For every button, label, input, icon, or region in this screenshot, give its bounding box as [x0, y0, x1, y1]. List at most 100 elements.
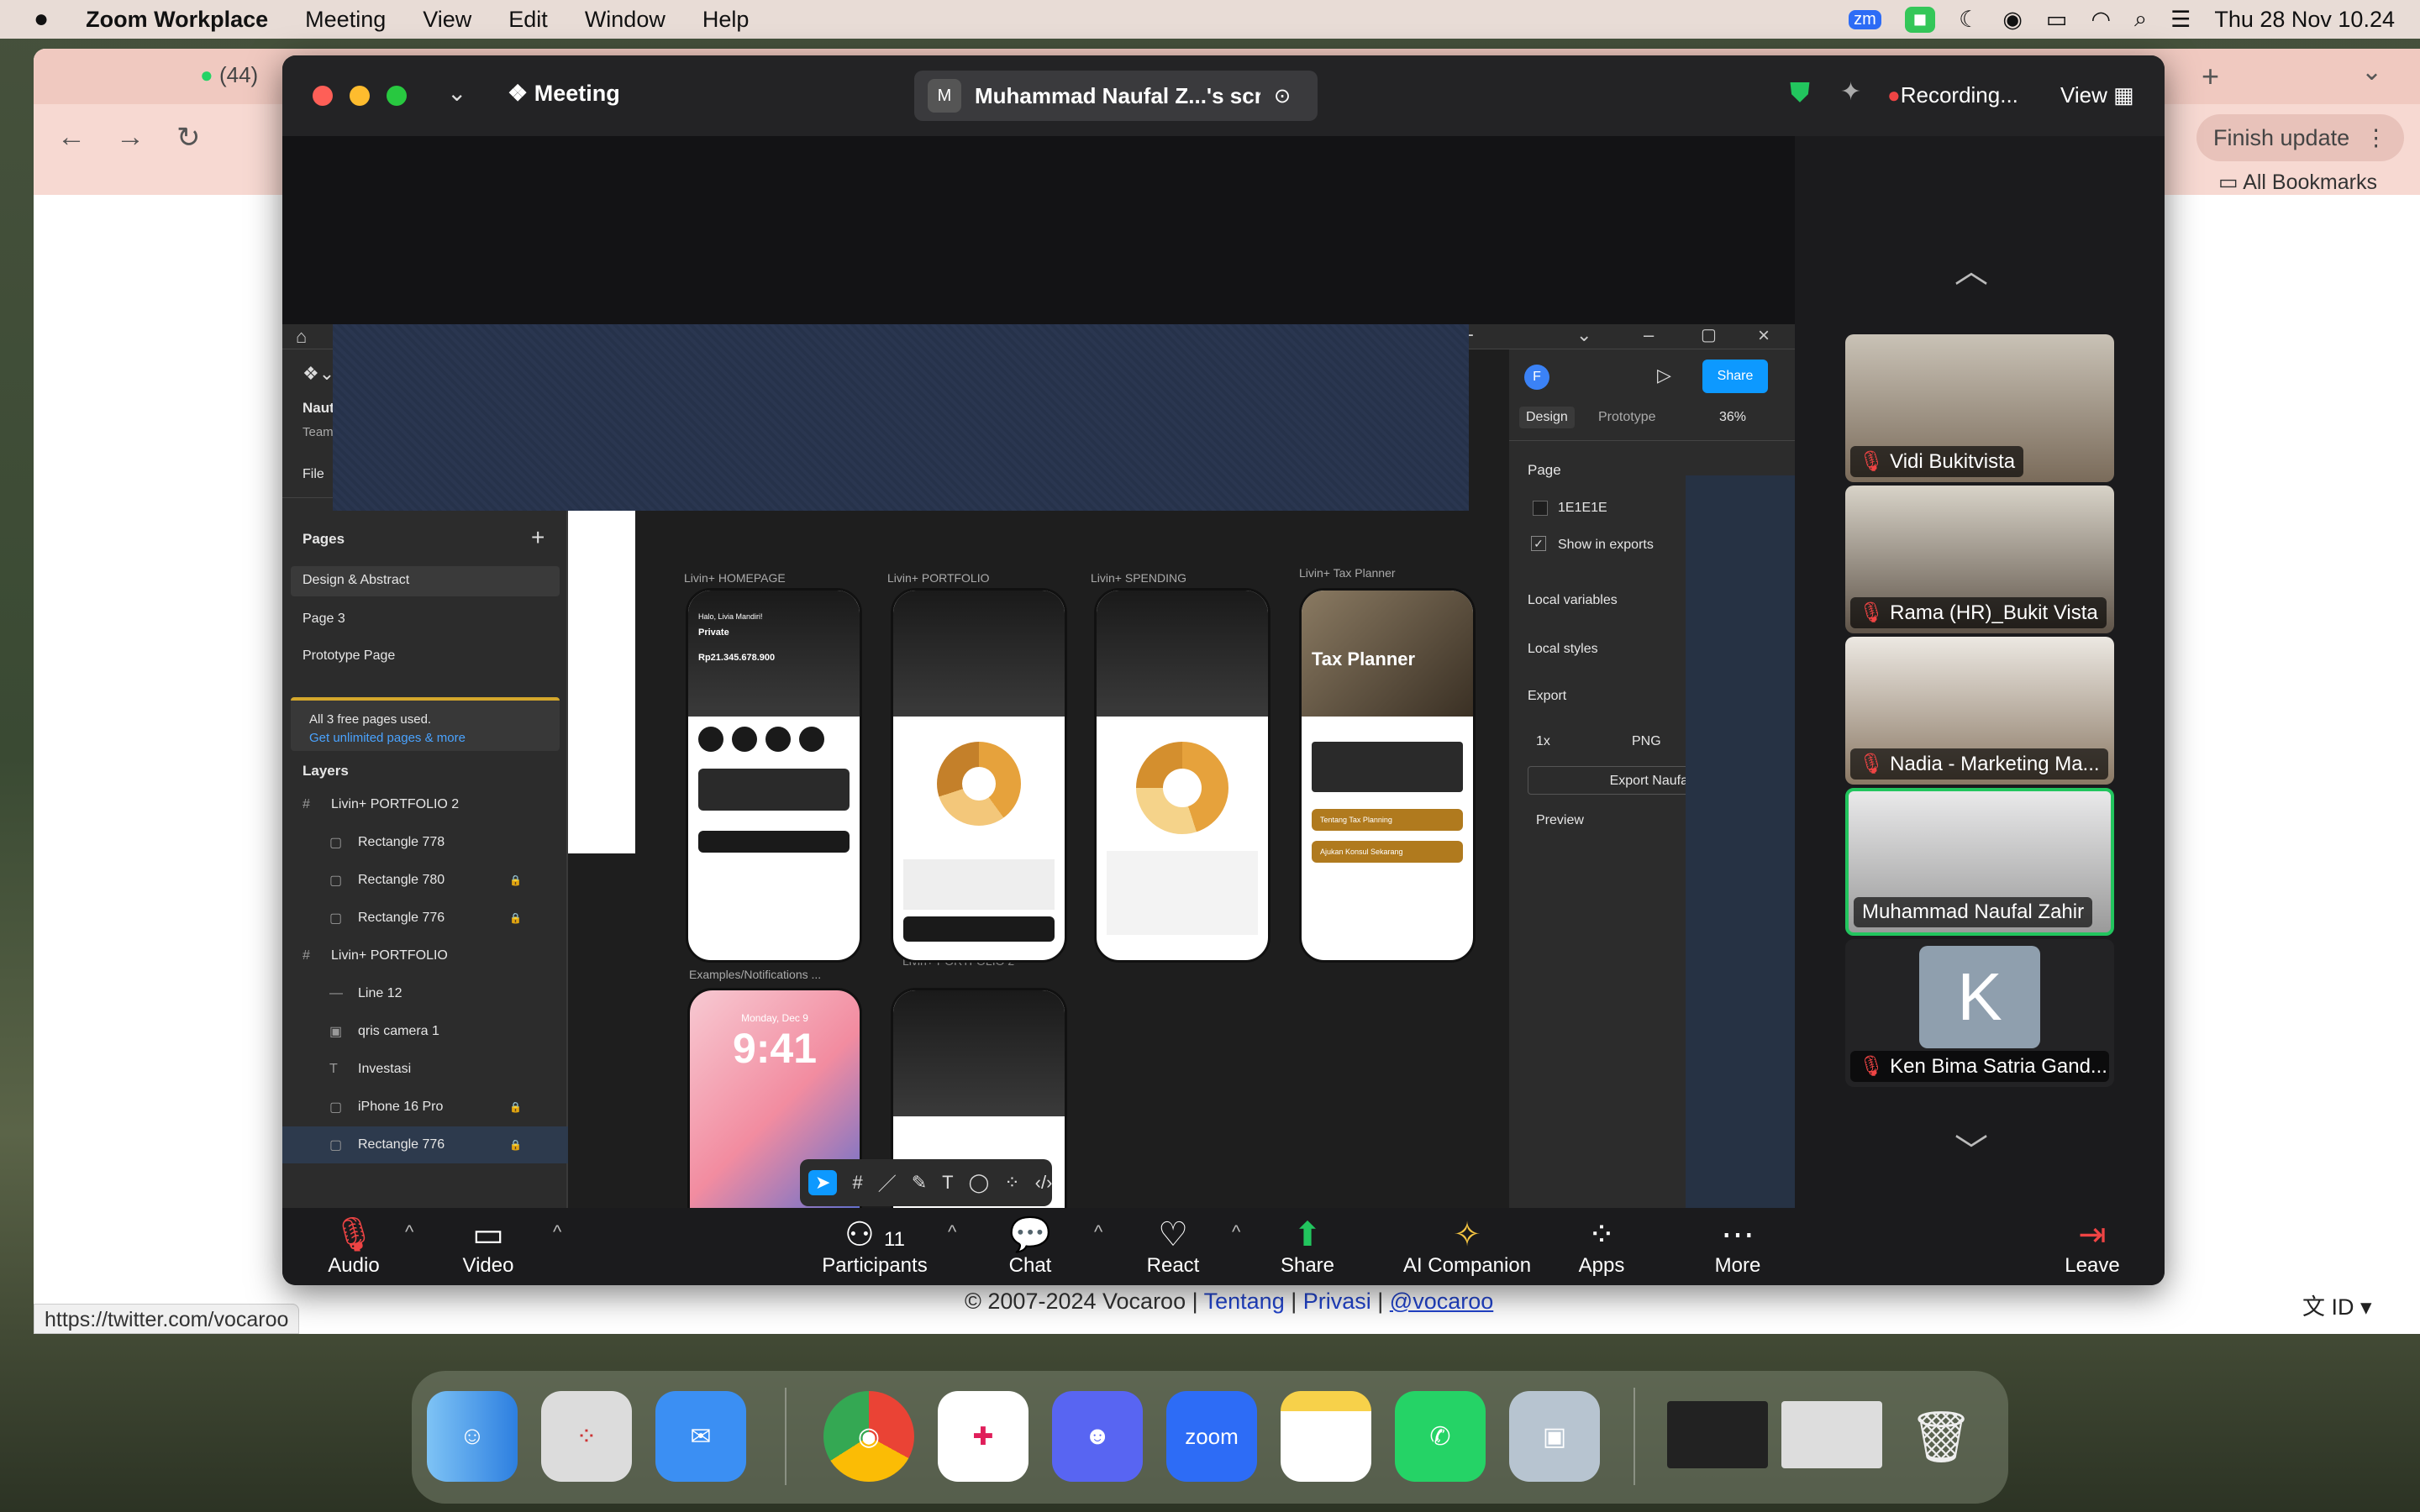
comment-tool-icon[interactable]: ◯	[969, 1172, 990, 1194]
export-format[interactable]: PNG	[1632, 734, 1661, 749]
phone-tax-planner[interactable]: Tax Planner Tentang Tax Planning Ajukan …	[1299, 588, 1476, 963]
export-scale[interactable]: 1x	[1536, 734, 1550, 749]
text-tool-icon[interactable]: T	[942, 1172, 953, 1194]
discord-icon[interactable]: ☻	[1052, 1391, 1143, 1482]
local-variables[interactable]: Local variables	[1528, 593, 1618, 608]
menu-meeting[interactable]: Meeting	[305, 7, 386, 33]
search-icon[interactable]: ⌕	[2134, 6, 2147, 33]
leave-button[interactable]: ⇥ Leave	[2050, 1208, 2134, 1285]
layer-item[interactable]: ▢ Rectangle 776 🔒	[282, 900, 568, 937]
trash-icon[interactable]: 🗑	[1896, 1391, 1986, 1482]
sparkle-icon[interactable]: ✦	[1840, 77, 1861, 107]
share-button[interactable]: Share	[1702, 360, 1768, 393]
dev-mode-icon[interactable]: ‹/›	[1035, 1172, 1053, 1194]
local-styles[interactable]: Local styles	[1528, 642, 1598, 657]
minimize-icon[interactable]: –	[1644, 324, 1654, 346]
close-icon[interactable]: ×	[1758, 324, 1770, 348]
maximize-icon[interactable]: ▢	[1701, 324, 1717, 345]
footer-link-vocaroo[interactable]: @vocaroo	[1390, 1289, 1493, 1314]
moon-icon[interactable]: ☾	[1959, 7, 1979, 33]
chevron-down-icon[interactable]: ⌄	[1576, 324, 1591, 346]
zoom-icon[interactable]: zoom	[1166, 1391, 1257, 1482]
participants-options-chevron[interactable]: ^	[948, 1221, 956, 1243]
whatsapp-tab[interactable]: ● (44)	[200, 62, 258, 88]
zoom-level[interactable]: 36%	[1719, 410, 1746, 425]
video-button[interactable]: ▭ Video	[442, 1208, 534, 1285]
play-icon[interactable]: ▷	[1657, 365, 1671, 386]
tab-design[interactable]: Design	[1519, 407, 1575, 428]
layer-item[interactable]: — Line 12	[282, 975, 568, 1012]
maximize-window-button[interactable]	[387, 86, 407, 106]
phone-portfolio[interactable]	[891, 588, 1067, 963]
page-item-3[interactable]: Page 3	[302, 612, 345, 627]
menu-window[interactable]: Window	[585, 7, 666, 33]
bookmarks-button[interactable]: ▭ All Bookmarks	[2218, 170, 2377, 195]
audio-button[interactable]: 🎙 Audio	[308, 1208, 400, 1285]
chrome-icon[interactable]: ◉	[823, 1391, 914, 1482]
recording-indicator[interactable]: ●Recording...	[1887, 82, 2018, 108]
layer-item[interactable]: ▢ iPhone 16 Pro 🔒	[282, 1089, 568, 1126]
upgrade-link[interactable]: Get unlimited pages & more	[309, 731, 466, 745]
menu-help[interactable]: Help	[702, 7, 750, 33]
participant-tile-ken[interactable]: K 🎙 Ken Bima Satria Gand...	[1845, 939, 2114, 1087]
finish-update-button[interactable]: Finish update ⋮	[2196, 114, 2405, 161]
chevron-down-icon[interactable]: ⌄	[447, 79, 466, 107]
ai-companion-button[interactable]: ✧ AI Companion	[1400, 1208, 1534, 1285]
zoom-status-icon[interactable]: zm	[1849, 9, 1881, 29]
meeting-title[interactable]: ❖ Meeting	[508, 81, 620, 107]
new-tab-icon[interactable]: +	[2202, 59, 2219, 94]
minimized-window-slack[interactable]	[1781, 1401, 1882, 1468]
home-icon[interactable]: ⌂	[296, 326, 307, 348]
preview-icon[interactable]: ▣	[1509, 1391, 1600, 1482]
lock-icon[interactable]: 🔒	[509, 874, 522, 886]
lock-icon[interactable]: 🔒	[509, 1139, 522, 1151]
page-item-prototype[interactable]: Prototype Page	[302, 648, 395, 664]
security-shield-icon[interactable]: ⛊	[1790, 77, 1810, 109]
tax-button-1[interactable]: Tentang Tax Planning	[1312, 809, 1463, 831]
forward-icon[interactable]: →	[116, 121, 145, 154]
menu-edit[interactable]: Edit	[508, 7, 548, 33]
apps-button[interactable]: ⁘ Apps	[1560, 1208, 1644, 1285]
lock-icon[interactable]: 🔒	[509, 1101, 522, 1113]
react-options-chevron[interactable]: ^	[1232, 1221, 1240, 1243]
chevron-down-icon[interactable]: ⌄	[2361, 57, 2382, 87]
gallery-down-icon[interactable]: ﹀	[1954, 1124, 1988, 1173]
layer-item[interactable]: T Investasi	[282, 1051, 568, 1088]
user-icon[interactable]: ◉	[2002, 7, 2023, 33]
tax-button-2[interactable]: Ajukan Konsul Sekarang	[1312, 841, 1463, 863]
minimized-window-zoom[interactable]	[1667, 1401, 1768, 1468]
wifi-icon[interactable]: ◠	[2091, 7, 2111, 33]
move-tool-icon[interactable]: ➤	[808, 1170, 838, 1195]
chat-button[interactable]: 💬 Chat	[988, 1208, 1072, 1285]
line-tool-icon[interactable]: ／	[878, 1169, 897, 1196]
back-icon[interactable]: ←	[57, 121, 86, 154]
whatsapp-icon[interactable]: ✆	[1395, 1391, 1486, 1482]
user-avatar[interactable]: F	[1524, 365, 1549, 390]
phone-spending[interactable]	[1094, 588, 1270, 963]
app-name[interactable]: Zoom Workplace	[86, 7, 268, 33]
more-options-icon[interactable]: ⊙	[1274, 84, 1291, 108]
datetime[interactable]: Thu 28 Nov 10.24	[2214, 7, 2395, 33]
launchpad-icon[interactable]: ⁘	[541, 1391, 632, 1482]
lock-icon[interactable]: 🔒	[509, 912, 522, 924]
export-button[interactable]: Export Naufa	[1528, 766, 1692, 795]
language-selector[interactable]: 文 ID ▾	[2302, 1289, 2372, 1321]
close-window-button[interactable]	[313, 86, 333, 106]
participant-tile-vidi[interactable]: 🎙 Vidi Bukitvista	[1845, 334, 2114, 482]
notes-icon[interactable]	[1281, 1391, 1371, 1482]
battery-icon[interactable]: ▭	[2046, 7, 2068, 33]
pen-tool-icon[interactable]: ✎	[912, 1172, 927, 1194]
bg-color-value[interactable]: 1E1E1E	[1558, 501, 1607, 516]
preview-toggle[interactable]: Preview	[1536, 813, 1584, 828]
participant-tile-rama[interactable]: 🎙 Rama (HR)_Bukit Vista	[1845, 486, 2114, 633]
layer-item[interactable]: # Livin+ PORTFOLIO	[282, 937, 568, 974]
control-center-icon[interactable]: ☰	[2170, 7, 2191, 33]
layer-item[interactable]: ▢ Rectangle 780 🔒	[282, 862, 568, 899]
more-button[interactable]: ⋯ More	[1696, 1208, 1780, 1285]
participants-button[interactable]: ⚇ 11 Participants	[812, 1208, 938, 1285]
footer-link-privasi[interactable]: Privasi	[1303, 1289, 1371, 1314]
video-options-chevron[interactable]: ^	[553, 1221, 561, 1243]
minimize-window-button[interactable]	[350, 86, 370, 106]
chat-options-chevron[interactable]: ^	[1094, 1221, 1102, 1243]
file-tab[interactable]: File	[302, 467, 324, 482]
